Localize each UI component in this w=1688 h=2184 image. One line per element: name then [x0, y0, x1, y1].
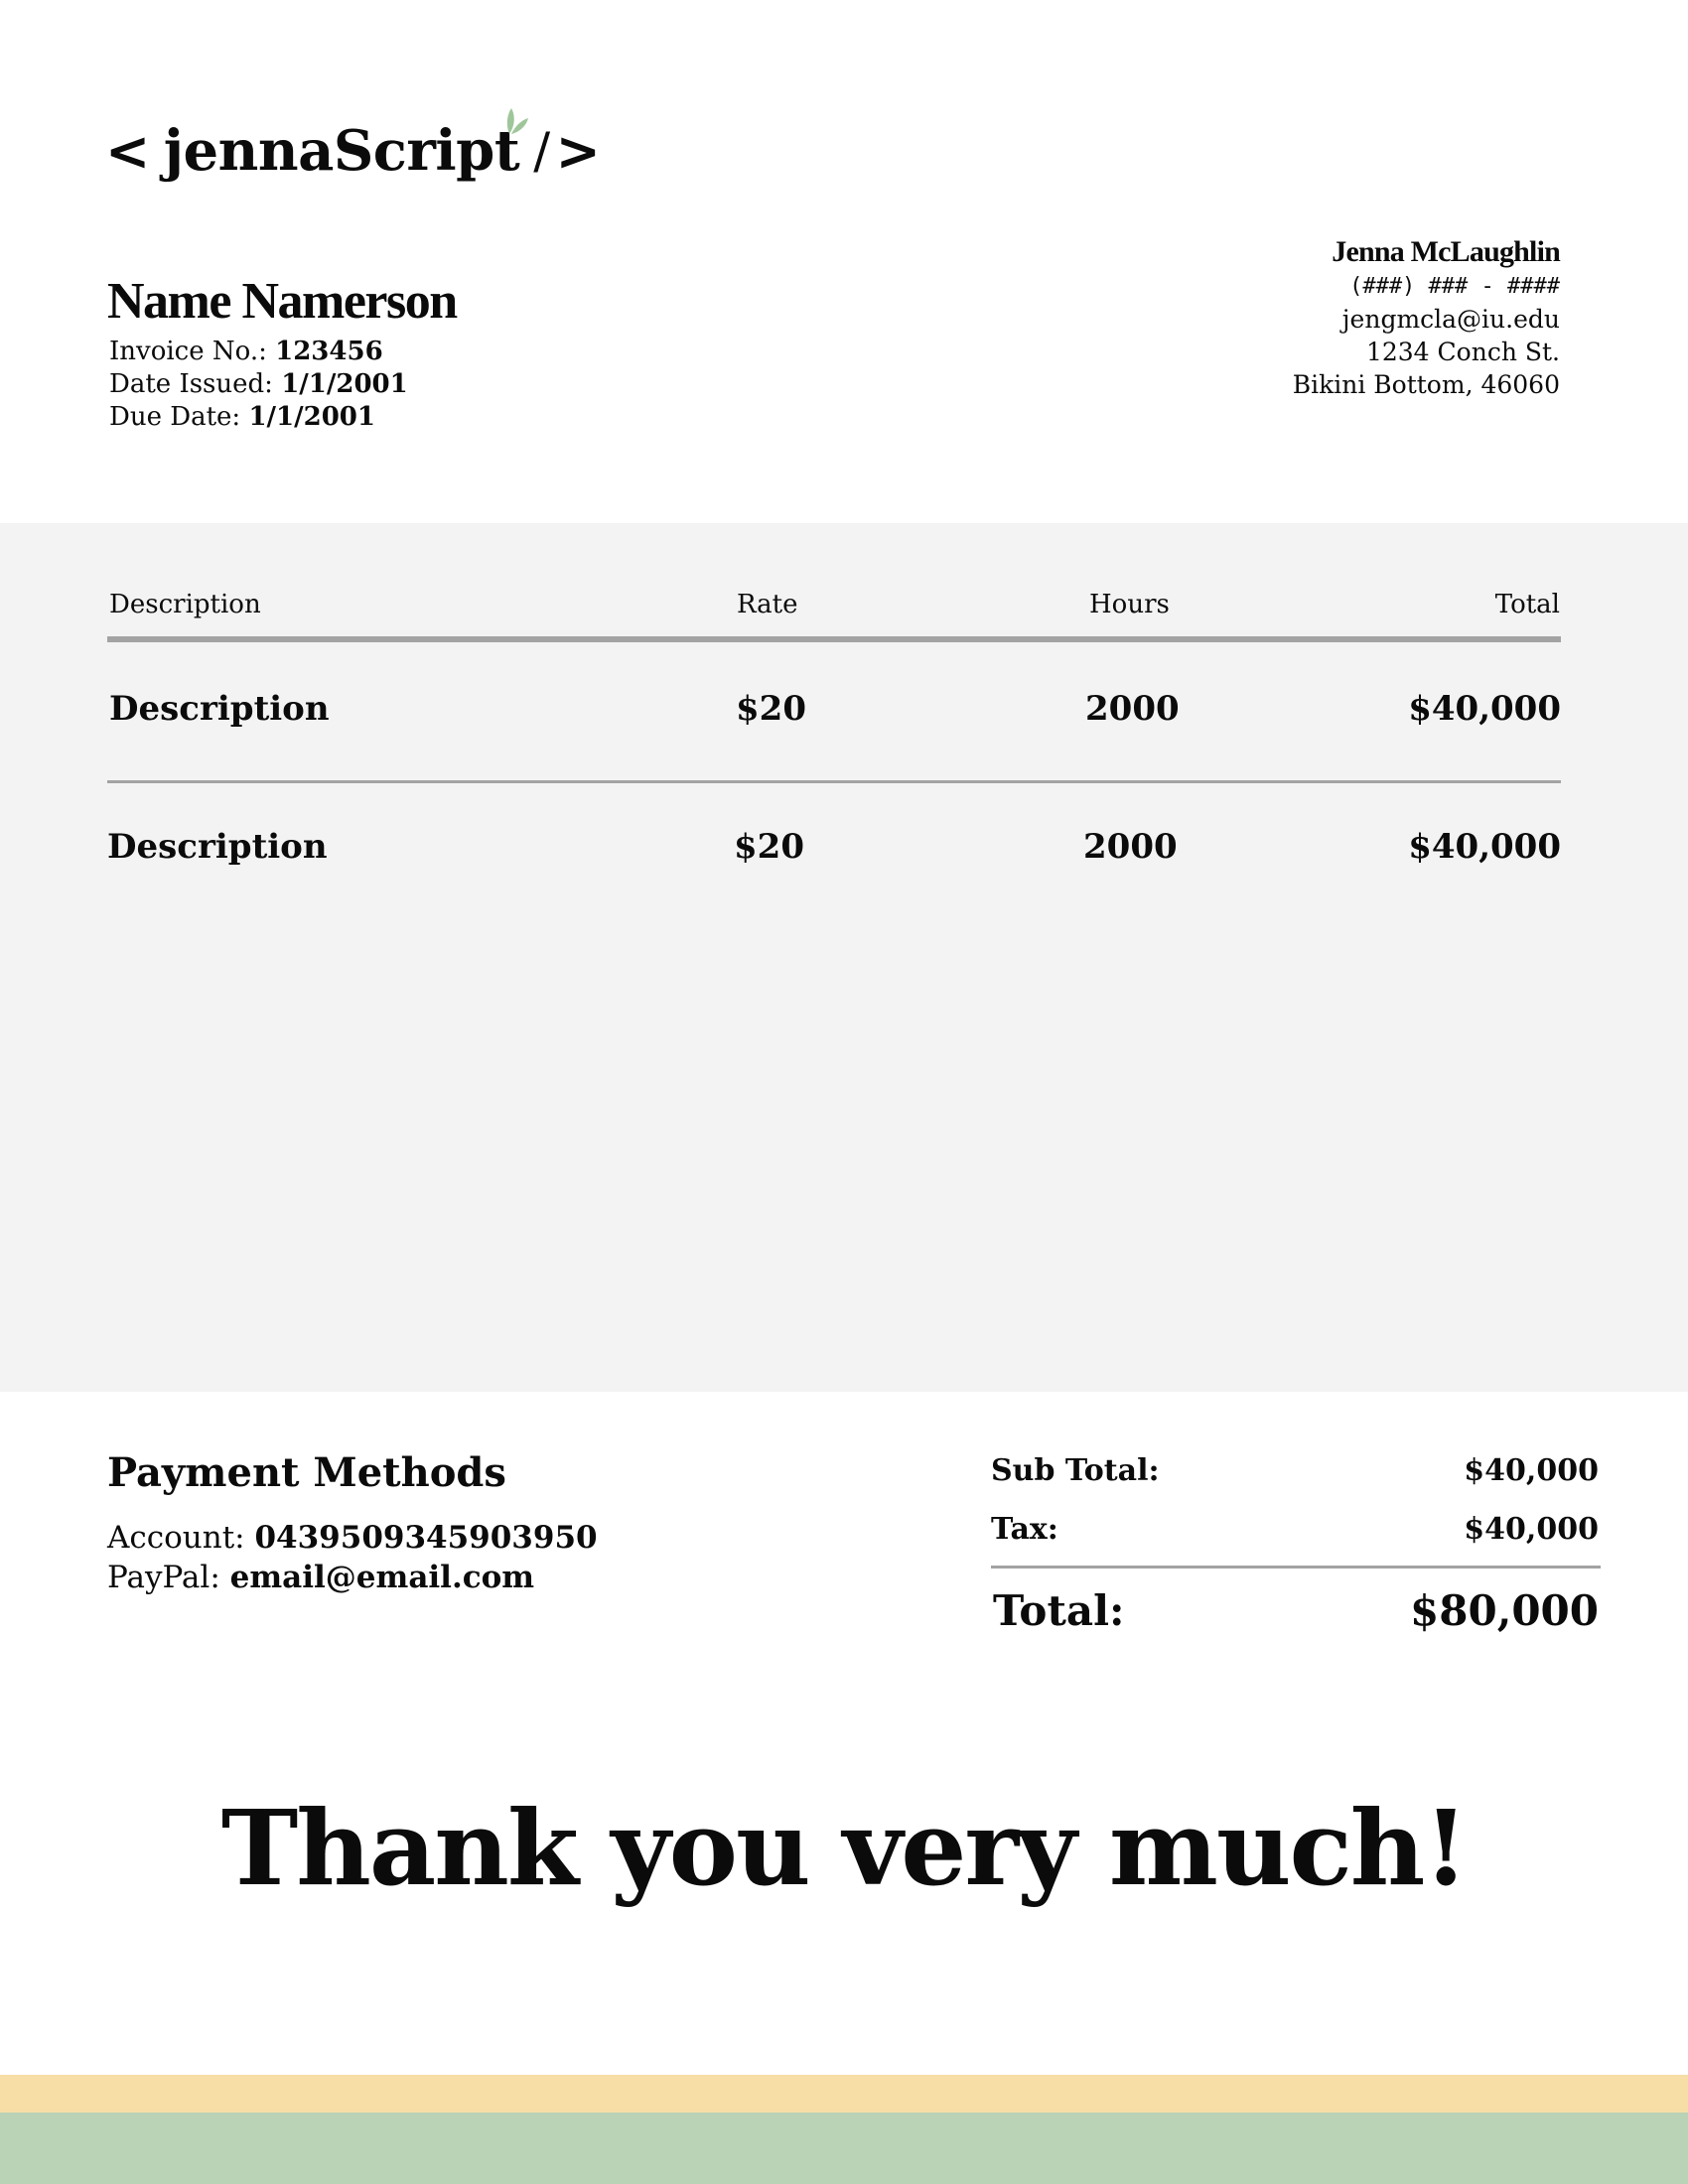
- row-2-hours: 2000: [1083, 827, 1178, 867]
- row-1-description: Description: [109, 689, 330, 729]
- row-1-total: $40,000: [1408, 689, 1561, 729]
- invoice-number-line: Invoice No.: 123456: [109, 336, 408, 368]
- footer-stripe-green: [0, 2113, 1688, 2184]
- total-label: Total:: [993, 1586, 1125, 1635]
- row-2-total: $40,000: [1408, 827, 1561, 867]
- payment-paypal-line: PayPal: email@email.com: [107, 1560, 534, 1595]
- due-date-line: Due Date: 1/1/2001: [109, 401, 408, 434]
- paypal-email: email@email.com: [229, 1560, 535, 1595]
- header-hours: Hours: [1089, 590, 1170, 619]
- logo: < jennaScript / >: [105, 108, 601, 191]
- tax-label: Tax:: [991, 1512, 1058, 1547]
- line-items-section: [0, 523, 1688, 1392]
- invoice-number-label: Invoice No.:: [109, 337, 276, 366]
- logo-slash: /: [533, 122, 550, 180]
- date-issued: 1/1/2001: [281, 369, 408, 399]
- sender-email: jengmcla@iu.edu: [1341, 305, 1560, 334]
- logo-wordmark: jennaScript: [163, 108, 529, 184]
- due-date-label: Due Date:: [109, 402, 249, 432]
- row-1-hours: 2000: [1085, 689, 1180, 729]
- header-rate: Rate: [737, 590, 798, 619]
- paypal-label: PayPal:: [107, 1560, 230, 1595]
- due-date: 1/1/2001: [248, 402, 375, 432]
- account-number: 0439509345903950: [254, 1520, 598, 1556]
- sender-name: Jenna McLaughlin: [1332, 235, 1561, 268]
- client-name: Name Namerson: [107, 273, 458, 330]
- payment-account-line: Account: 0439509345903950: [107, 1520, 598, 1556]
- header-total: Total: [1494, 590, 1560, 619]
- logo-close-bracket: >: [555, 119, 601, 183]
- row-2-description: Description: [107, 827, 328, 867]
- sender-info: Jenna McLaughlin (###) ### - #### jengmc…: [1292, 234, 1561, 401]
- account-label: Account:: [107, 1520, 255, 1556]
- row-1-rate: $20: [736, 689, 806, 729]
- thank-you-message: Thank you very much!: [220, 1787, 1469, 1909]
- payment-methods-title: Payment Methods: [107, 1449, 506, 1496]
- date-issued-label: Date Issued:: [109, 369, 282, 399]
- sender-address-city: Bikini Bottom, 46060: [1292, 370, 1560, 399]
- subtotal-value: $40,000: [1464, 1453, 1599, 1488]
- logo-word: jennaScript: [163, 118, 520, 184]
- totals-divider: [991, 1566, 1601, 1569]
- date-issued-line: Date Issued: 1/1/2001: [109, 368, 408, 401]
- invoice-number: 123456: [275, 337, 383, 366]
- row-2-rate: $20: [734, 827, 804, 867]
- sender-address-street: 1234 Conch St.: [1365, 338, 1560, 366]
- subtotal-label: Sub Total:: [991, 1453, 1160, 1488]
- logo-open-bracket: <: [105, 119, 150, 183]
- leaf-icon: [507, 108, 529, 134]
- footer-stripe-yellow: [0, 2075, 1688, 2113]
- tax-value: $40,000: [1464, 1512, 1599, 1547]
- header-description: Description: [109, 590, 261, 619]
- invoice-meta: Invoice No.: 123456 Date Issued: 1/1/200…: [109, 336, 408, 434]
- table-header-divider: [107, 636, 1561, 642]
- table-row-divider: [107, 780, 1561, 783]
- total-value: $80,000: [1410, 1586, 1599, 1635]
- sender-phone: (###) ### - ####: [1349, 274, 1560, 299]
